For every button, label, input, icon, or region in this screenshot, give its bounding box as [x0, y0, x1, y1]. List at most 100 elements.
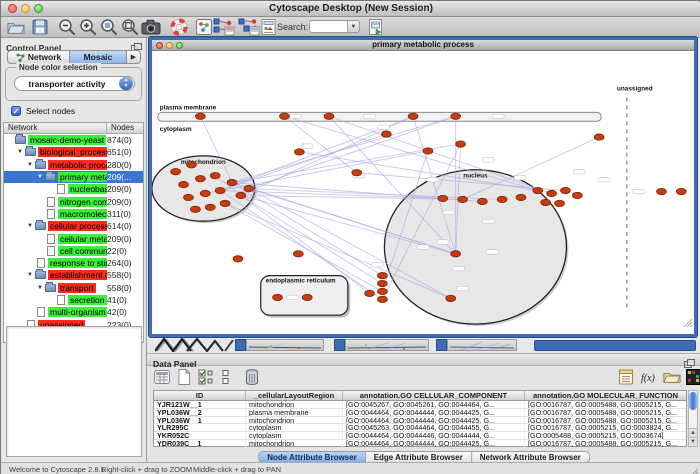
graph-node[interactable] [438, 195, 448, 201]
table-row[interactable]: YJR121W__1mitochondrion[GO:0045267, GO:0… [154, 401, 686, 409]
attribute-table-icon[interactable] [153, 368, 171, 386]
graph-node[interactable] [423, 148, 433, 154]
close-window-icon[interactable] [8, 4, 17, 13]
tree-row[interactable]: ▼primary metabo209(... [4, 171, 143, 183]
column-header[interactable]: annotation.GO MOLECULAR_FUNCTION [525, 391, 686, 400]
tree-row[interactable]: nucleobase-209(0) [4, 183, 143, 195]
graph-node[interactable] [210, 173, 220, 179]
graph-node[interactable] [220, 200, 230, 206]
graph-node[interactable] [244, 185, 254, 191]
open-file-icon[interactable] [7, 18, 25, 36]
graph-node[interactable] [497, 196, 507, 202]
tree-row[interactable]: secretion41(0) [4, 294, 143, 306]
background-window-sliver[interactable] [447, 339, 517, 351]
graph-node[interactable] [547, 190, 557, 196]
graph-node[interactable] [205, 204, 215, 210]
network-view-window[interactable]: primary metabolic process plasma membran… [149, 37, 697, 337]
search-config-icon[interactable] [367, 18, 385, 36]
graph-node[interactable] [561, 187, 571, 193]
graph-node[interactable] [381, 131, 391, 137]
graph-node[interactable] [446, 295, 456, 301]
tree-row[interactable]: multi-organism pro42(0) [4, 306, 143, 318]
graph-node[interactable] [171, 169, 181, 175]
graph-node[interactable] [516, 194, 526, 200]
graph-node[interactable] [352, 170, 362, 176]
graph-node[interactable] [594, 134, 604, 140]
table-scrollbar[interactable]: ▲ ▼ [688, 390, 698, 447]
background-window-sliver[interactable] [246, 339, 324, 351]
window-resize-grip-icon[interactable] [689, 465, 699, 474]
search-input[interactable] [309, 20, 347, 33]
background-window-edge[interactable] [436, 339, 447, 351]
zoom-selected-icon[interactable] [100, 18, 118, 36]
graph-node[interactable] [451, 113, 461, 119]
zoom-fit-icon[interactable] [121, 18, 139, 36]
scroll-down-icon[interactable]: ▼ [689, 437, 697, 446]
tree-row[interactable]: mosaic-demo-yeast874(0) [4, 134, 143, 146]
graph-node[interactable] [215, 187, 225, 193]
graph-node[interactable] [184, 194, 194, 200]
tree-expander-icon[interactable]: ▼ [37, 285, 45, 291]
column-header[interactable]: annotation.GO CELLULAR_COMPONENT [343, 391, 525, 400]
table-row[interactable]: YLR295Ccytoplasm[GO:0045263, GO:0044464,… [154, 424, 686, 432]
tab-mosaic[interactable]: Mosaic [70, 50, 127, 64]
birds-eye-view-panel[interactable] [6, 326, 142, 457]
more-tabs-arrow-icon[interactable]: ▶ [127, 50, 141, 64]
search-dropdown-icon[interactable]: ▼ [347, 20, 360, 33]
graph-node[interactable] [458, 196, 468, 202]
tree-expander-icon[interactable]: ▼ [27, 162, 35, 168]
scroll-up-icon[interactable]: ▲ [689, 428, 697, 437]
network-canvas[interactable]: plasma membranecytoplasmmitochondrionnuc… [152, 51, 694, 334]
column-header[interactable]: ID [154, 391, 246, 400]
graph-node[interactable] [195, 175, 205, 181]
canvas-resize-grip-icon[interactable] [682, 315, 693, 333]
graph-node[interactable] [293, 251, 303, 257]
table-row[interactable]: YKR052Ccytoplasm[GO:0044464, GO:0044446,… [154, 432, 686, 440]
tree-row[interactable]: ▼metabolic process280(0) [4, 159, 143, 171]
help-icon[interactable] [170, 18, 188, 36]
graph-node[interactable] [572, 192, 582, 198]
zoom-in-icon[interactable] [79, 18, 97, 36]
graph-node[interactable] [200, 190, 210, 196]
graph-node[interactable] [451, 251, 461, 257]
network-window-titlebar[interactable]: primary metabolic process [152, 40, 694, 51]
select-nodes-checkbox[interactable]: ✓ [11, 106, 21, 116]
tree-column-network[interactable]: Network [4, 123, 107, 133]
scrollbar-thumb[interactable] [689, 392, 697, 410]
tree-row[interactable]: cell communicat22(0) [4, 245, 143, 257]
snapshot-icon[interactable] [141, 18, 161, 36]
graph-node[interactable] [555, 200, 565, 206]
background-window-edge[interactable] [235, 339, 246, 351]
column-header[interactable]: _cellularLayoutRegion [246, 391, 343, 400]
network-graph[interactable]: plasma membranecytoplasmmitochondrionnuc… [152, 51, 694, 334]
tree-expander-icon[interactable]: ▼ [37, 174, 45, 180]
tree-row[interactable]: macromolecule311(0) [4, 208, 143, 220]
tree-expander-icon[interactable]: ▼ [27, 272, 35, 278]
table-row[interactable]: YPL036W__2plasma membrane[GO:0044464, GO… [154, 409, 686, 417]
tree-column-nodes[interactable]: Nodes [107, 123, 143, 133]
attribute-matrix-icon[interactable] [685, 368, 700, 386]
float-panel-icon[interactable] [684, 355, 695, 364]
graph-node[interactable] [179, 181, 189, 187]
graph-node[interactable] [408, 113, 418, 119]
minimize-view-icon[interactable] [166, 42, 173, 49]
graph-node[interactable] [377, 288, 387, 294]
graph-node[interactable] [676, 188, 686, 194]
tree-row[interactable]: nitrogen compo209(0) [4, 195, 143, 207]
overview-icon[interactable] [195, 18, 213, 36]
import-attributes-icon[interactable] [663, 368, 681, 386]
graph-node[interactable] [377, 272, 387, 278]
zoom-window-icon[interactable] [34, 4, 43, 13]
graph-node[interactable] [533, 187, 543, 193]
graph-edge[interactable] [284, 116, 537, 190]
graph-node[interactable] [190, 206, 200, 212]
save-icon[interactable] [31, 18, 49, 36]
import-annotation-icon[interactable] [213, 18, 235, 36]
graph-node[interactable] [365, 290, 375, 296]
attribute-editor-icon[interactable] [617, 368, 635, 386]
background-window-edge[interactable] [334, 339, 345, 351]
tree-row[interactable]: ▼cellular process614(0) [4, 220, 143, 232]
zoom-view-icon[interactable] [176, 42, 183, 49]
graph-node[interactable] [456, 141, 466, 147]
table-row[interactable]: YDR039C__1mitochondrion[GO:0044464, GO:0… [154, 440, 686, 448]
